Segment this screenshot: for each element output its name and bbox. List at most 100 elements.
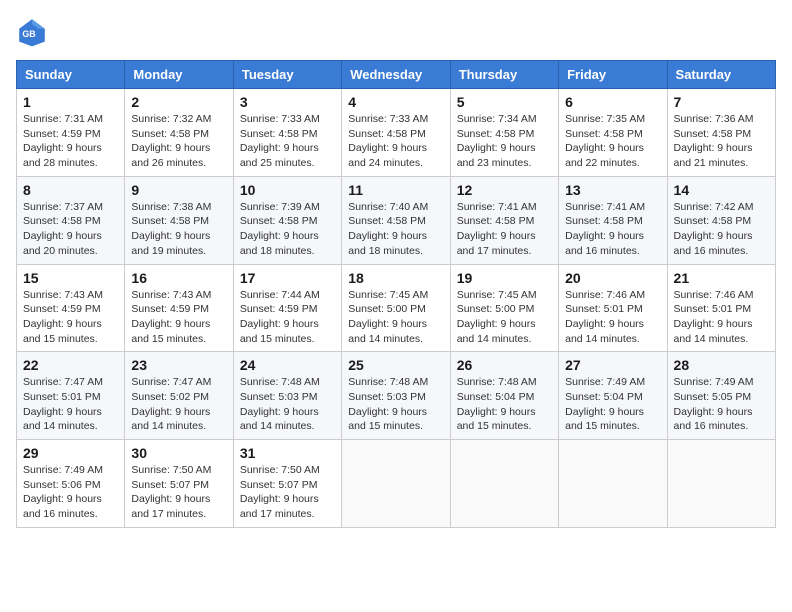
calendar-cell: 29 Sunrise: 7:49 AMSunset: 5:06 PMDaylig… xyxy=(17,440,125,528)
day-number: 24 xyxy=(240,357,335,373)
calendar-cell xyxy=(667,440,775,528)
day-info: Sunrise: 7:48 AMSunset: 5:03 PMDaylight:… xyxy=(240,376,320,432)
day-number: 10 xyxy=(240,182,335,198)
day-number: 27 xyxy=(565,357,660,373)
day-number: 23 xyxy=(131,357,226,373)
calendar-week-1: 1 Sunrise: 7:31 AMSunset: 4:59 PMDayligh… xyxy=(17,89,776,177)
day-number: 4 xyxy=(348,94,443,110)
day-number: 30 xyxy=(131,445,226,461)
calendar-cell: 14 Sunrise: 7:42 AMSunset: 4:58 PMDaylig… xyxy=(667,176,775,264)
weekday-thursday: Thursday xyxy=(450,61,558,89)
day-info: Sunrise: 7:43 AMSunset: 4:59 PMDaylight:… xyxy=(23,289,103,345)
day-info: Sunrise: 7:39 AMSunset: 4:58 PMDaylight:… xyxy=(240,201,320,257)
day-number: 3 xyxy=(240,94,335,110)
calendar-cell: 8 Sunrise: 7:37 AMSunset: 4:58 PMDayligh… xyxy=(17,176,125,264)
calendar-cell: 11 Sunrise: 7:40 AMSunset: 4:58 PMDaylig… xyxy=(342,176,450,264)
logo-icon: GB xyxy=(16,16,48,48)
day-info: Sunrise: 7:37 AMSunset: 4:58 PMDaylight:… xyxy=(23,201,103,257)
calendar-cell: 13 Sunrise: 7:41 AMSunset: 4:58 PMDaylig… xyxy=(559,176,667,264)
day-number: 7 xyxy=(674,94,769,110)
day-number: 6 xyxy=(565,94,660,110)
day-info: Sunrise: 7:42 AMSunset: 4:58 PMDaylight:… xyxy=(674,201,754,257)
day-info: Sunrise: 7:33 AMSunset: 4:58 PMDaylight:… xyxy=(240,113,320,169)
day-number: 8 xyxy=(23,182,118,198)
day-number: 31 xyxy=(240,445,335,461)
day-info: Sunrise: 7:47 AMSunset: 5:02 PMDaylight:… xyxy=(131,376,211,432)
day-number: 21 xyxy=(674,270,769,286)
day-info: Sunrise: 7:49 AMSunset: 5:04 PMDaylight:… xyxy=(565,376,645,432)
day-info: Sunrise: 7:50 AMSunset: 5:07 PMDaylight:… xyxy=(240,464,320,520)
calendar-cell: 16 Sunrise: 7:43 AMSunset: 4:59 PMDaylig… xyxy=(125,264,233,352)
day-info: Sunrise: 7:43 AMSunset: 4:59 PMDaylight:… xyxy=(131,289,211,345)
day-number: 28 xyxy=(674,357,769,373)
day-info: Sunrise: 7:40 AMSunset: 4:58 PMDaylight:… xyxy=(348,201,428,257)
day-info: Sunrise: 7:48 AMSunset: 5:03 PMDaylight:… xyxy=(348,376,428,432)
calendar-cell: 2 Sunrise: 7:32 AMSunset: 4:58 PMDayligh… xyxy=(125,89,233,177)
page-header: GB xyxy=(16,16,776,48)
day-number: 17 xyxy=(240,270,335,286)
calendar-header: SundayMondayTuesdayWednesdayThursdayFrid… xyxy=(17,61,776,89)
day-info: Sunrise: 7:36 AMSunset: 4:58 PMDaylight:… xyxy=(674,113,754,169)
calendar-cell: 24 Sunrise: 7:48 AMSunset: 5:03 PMDaylig… xyxy=(233,352,341,440)
logo: GB xyxy=(16,16,52,48)
day-number: 18 xyxy=(348,270,443,286)
calendar-cell xyxy=(450,440,558,528)
day-number: 15 xyxy=(23,270,118,286)
day-info: Sunrise: 7:32 AMSunset: 4:58 PMDaylight:… xyxy=(131,113,211,169)
calendar-cell: 7 Sunrise: 7:36 AMSunset: 4:58 PMDayligh… xyxy=(667,89,775,177)
day-info: Sunrise: 7:45 AMSunset: 5:00 PMDaylight:… xyxy=(457,289,537,345)
day-number: 25 xyxy=(348,357,443,373)
day-info: Sunrise: 7:49 AMSunset: 5:06 PMDaylight:… xyxy=(23,464,103,520)
day-number: 26 xyxy=(457,357,552,373)
calendar: SundayMondayTuesdayWednesdayThursdayFrid… xyxy=(16,60,776,528)
weekday-monday: Monday xyxy=(125,61,233,89)
day-info: Sunrise: 7:44 AMSunset: 4:59 PMDaylight:… xyxy=(240,289,320,345)
day-info: Sunrise: 7:48 AMSunset: 5:04 PMDaylight:… xyxy=(457,376,537,432)
weekday-tuesday: Tuesday xyxy=(233,61,341,89)
calendar-week-3: 15 Sunrise: 7:43 AMSunset: 4:59 PMDaylig… xyxy=(17,264,776,352)
day-info: Sunrise: 7:33 AMSunset: 4:58 PMDaylight:… xyxy=(348,113,428,169)
day-info: Sunrise: 7:47 AMSunset: 5:01 PMDaylight:… xyxy=(23,376,103,432)
calendar-week-5: 29 Sunrise: 7:49 AMSunset: 5:06 PMDaylig… xyxy=(17,440,776,528)
calendar-cell: 28 Sunrise: 7:49 AMSunset: 5:05 PMDaylig… xyxy=(667,352,775,440)
calendar-cell: 23 Sunrise: 7:47 AMSunset: 5:02 PMDaylig… xyxy=(125,352,233,440)
day-number: 5 xyxy=(457,94,552,110)
day-info: Sunrise: 7:46 AMSunset: 5:01 PMDaylight:… xyxy=(674,289,754,345)
calendar-cell: 9 Sunrise: 7:38 AMSunset: 4:58 PMDayligh… xyxy=(125,176,233,264)
day-info: Sunrise: 7:45 AMSunset: 5:00 PMDaylight:… xyxy=(348,289,428,345)
day-number: 1 xyxy=(23,94,118,110)
svg-text:GB: GB xyxy=(22,29,35,39)
day-number: 20 xyxy=(565,270,660,286)
day-info: Sunrise: 7:31 AMSunset: 4:59 PMDaylight:… xyxy=(23,113,103,169)
day-info: Sunrise: 7:41 AMSunset: 4:58 PMDaylight:… xyxy=(565,201,645,257)
calendar-cell: 3 Sunrise: 7:33 AMSunset: 4:58 PMDayligh… xyxy=(233,89,341,177)
weekday-header-row: SundayMondayTuesdayWednesdayThursdayFrid… xyxy=(17,61,776,89)
calendar-cell: 21 Sunrise: 7:46 AMSunset: 5:01 PMDaylig… xyxy=(667,264,775,352)
day-number: 19 xyxy=(457,270,552,286)
day-number: 11 xyxy=(348,182,443,198)
day-info: Sunrise: 7:49 AMSunset: 5:05 PMDaylight:… xyxy=(674,376,754,432)
calendar-cell: 26 Sunrise: 7:48 AMSunset: 5:04 PMDaylig… xyxy=(450,352,558,440)
calendar-cell: 1 Sunrise: 7:31 AMSunset: 4:59 PMDayligh… xyxy=(17,89,125,177)
calendar-cell: 20 Sunrise: 7:46 AMSunset: 5:01 PMDaylig… xyxy=(559,264,667,352)
day-number: 9 xyxy=(131,182,226,198)
calendar-cell xyxy=(342,440,450,528)
weekday-sunday: Sunday xyxy=(17,61,125,89)
day-number: 14 xyxy=(674,182,769,198)
day-number: 2 xyxy=(131,94,226,110)
day-number: 29 xyxy=(23,445,118,461)
calendar-cell: 19 Sunrise: 7:45 AMSunset: 5:00 PMDaylig… xyxy=(450,264,558,352)
calendar-cell: 27 Sunrise: 7:49 AMSunset: 5:04 PMDaylig… xyxy=(559,352,667,440)
calendar-cell: 30 Sunrise: 7:50 AMSunset: 5:07 PMDaylig… xyxy=(125,440,233,528)
calendar-cell: 15 Sunrise: 7:43 AMSunset: 4:59 PMDaylig… xyxy=(17,264,125,352)
calendar-cell: 12 Sunrise: 7:41 AMSunset: 4:58 PMDaylig… xyxy=(450,176,558,264)
day-info: Sunrise: 7:35 AMSunset: 4:58 PMDaylight:… xyxy=(565,113,645,169)
day-info: Sunrise: 7:38 AMSunset: 4:58 PMDaylight:… xyxy=(131,201,211,257)
day-info: Sunrise: 7:46 AMSunset: 5:01 PMDaylight:… xyxy=(565,289,645,345)
day-number: 13 xyxy=(565,182,660,198)
calendar-cell: 25 Sunrise: 7:48 AMSunset: 5:03 PMDaylig… xyxy=(342,352,450,440)
calendar-cell: 5 Sunrise: 7:34 AMSunset: 4:58 PMDayligh… xyxy=(450,89,558,177)
calendar-week-4: 22 Sunrise: 7:47 AMSunset: 5:01 PMDaylig… xyxy=(17,352,776,440)
calendar-cell: 4 Sunrise: 7:33 AMSunset: 4:58 PMDayligh… xyxy=(342,89,450,177)
day-info: Sunrise: 7:41 AMSunset: 4:58 PMDaylight:… xyxy=(457,201,537,257)
